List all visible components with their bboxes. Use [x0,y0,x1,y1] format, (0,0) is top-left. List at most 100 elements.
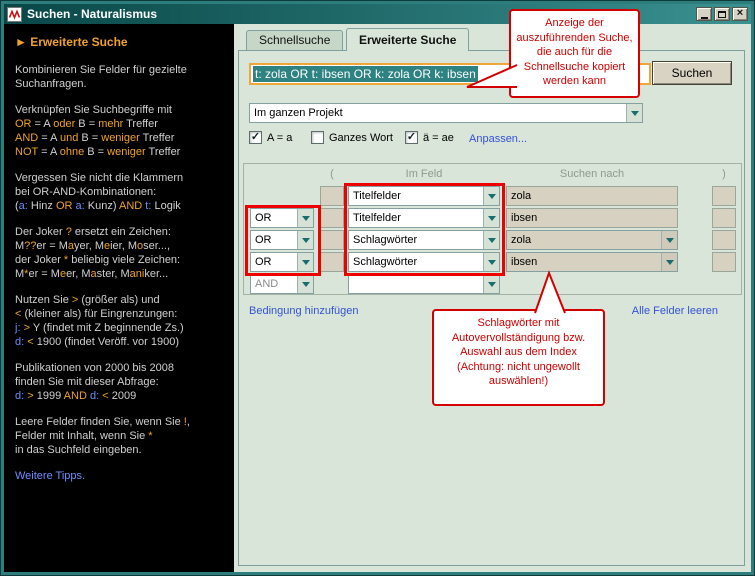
suchen-button[interactable]: Suchen [652,61,732,85]
scope-dropdown-button[interactable] [626,104,642,122]
scope-value: Im ganzen Projekt [250,104,626,122]
field-select-value: Schlagwörter [349,253,483,271]
open-bracket-field[interactable] [320,252,344,272]
checkbox-option-2: Ganzes Wort [311,131,393,144]
chevron-down-icon [488,282,496,287]
annotation-callout-query-tail [463,57,519,93]
field-select-value [349,275,483,293]
tip-line: AND = A und B = weniger Treffer [15,131,223,145]
annotation-callout-autocomplete-tail [527,269,575,317]
chevron-down-icon [666,260,674,265]
scope-select[interactable]: Im ganzen Projekt [249,103,643,123]
open-bracket-field[interactable] [320,230,344,250]
close-bracket-field[interactable] [712,252,736,272]
chevron-down-icon [302,260,310,265]
dropdown-button[interactable] [297,231,313,249]
checkbox-label[interactable]: ä = ae [423,132,454,144]
chevron-down-icon [488,194,496,199]
field-select-value: Schlagwörter [349,231,483,249]
dropdown-button[interactable] [483,187,499,205]
tab-schnellsuche[interactable]: Schnellsuche [246,30,343,50]
options-row: ✓ A = a Ganzes Wort ✓ ä = ae Anpassen... [239,131,744,149]
field-select-value: Titelfelder [349,187,483,205]
field-select[interactable]: Titelfelder [348,208,500,228]
tip-line: < (kleiner als) für Eingrenzungen: [15,307,223,321]
tip-line: finden Sie mit dieser Abfrage: [15,375,223,389]
dropdown-button[interactable] [297,253,313,271]
checkbox[interactable] [311,131,324,144]
term-field[interactable]: zola [506,186,678,206]
condition-row-3: OR Schlagwörter zola [244,230,741,250]
tip-line: der Joker * beliebig viele Zeichen: [15,253,223,267]
chevron-down-icon [302,282,310,287]
query-text: t: zola OR t: ibsen OR k: zola OR k: ibs… [253,66,478,82]
chevron-down-icon [488,238,496,243]
operator-select[interactable]: OR [250,230,314,250]
tip-line: OR = A oder B = mehr Treffer [15,117,223,131]
tip-line: Suchanfragen. [15,77,223,91]
checkbox[interactable]: ✓ [405,131,418,144]
app-window: Suchen - Naturalismus × ► Erweiterte Suc… [0,0,755,576]
close-bracket-field[interactable] [712,186,736,206]
dropdown-button[interactable] [483,253,499,271]
dropdown-button[interactable] [661,253,677,271]
anpassen-link[interactable]: Anpassen... [469,133,527,145]
dropdown-button[interactable] [483,209,499,227]
field-select[interactable]: Schlagwörter [348,252,500,272]
tip-line: Felder mit Inhalt, wenn Sie * [15,429,223,443]
close-button[interactable]: × [732,7,748,21]
close-icon: × [737,8,743,19]
tip-line: (a: Hinz OR a: Kunz) AND t: Logik [15,199,223,213]
close-bracket-field[interactable] [712,208,736,228]
field-select-value: Titelfelder [349,209,483,227]
tip-line: j: > Y (findet mit Z beginnende Zs.) [15,321,223,335]
checkbox[interactable]: ✓ [249,131,262,144]
tip-line: Vergessen Sie nicht die Klammern [15,171,223,185]
dropdown-button[interactable] [297,209,313,227]
term-field[interactable]: ibsen [506,208,678,228]
term-select[interactable]: zola [506,230,678,250]
open-bracket-field[interactable] [320,208,344,228]
chevron-down-icon [631,111,639,116]
operator-select[interactable]: AND [250,274,314,294]
open-bracket-field[interactable] [320,186,344,206]
tab-erweiterte-suche[interactable]: Erweiterte Suche [346,28,469,51]
sidebar-tips: ► Erweiterte SucheKombinieren Sie Felder… [4,24,234,572]
close-bracket-field[interactable] [712,230,736,250]
checkbox-label[interactable]: A = a [267,132,292,144]
dropdown-button[interactable] [483,231,499,249]
tip-line: d: < 1900 (findet Veröff. vor 1900) [15,335,223,349]
query-builder: ( Im Feld Suchen nach ) TitelfelderzolaO… [243,163,742,295]
operator-select-value: OR [251,231,297,249]
dropdown-button[interactable] [297,275,313,293]
tip-line: NOT = A ohne B = weniger Treffer [15,145,223,159]
weitere-tipps-link[interactable]: Weitere Tipps. [15,469,223,483]
checkbox-option-1: ✓ A = a [249,131,292,144]
maximize-button[interactable] [714,7,730,21]
field-select[interactable] [348,274,500,294]
chevron-down-icon [488,260,496,265]
chevron-down-icon [302,216,310,221]
tip-line: in das Suchfeld eingeben. [15,443,223,457]
tip-line: ► Erweiterte Suche [15,34,223,51]
dropdown-button[interactable] [483,275,499,293]
condition-row-1: Titelfelder zola [244,186,741,206]
term-select-value: zola [507,231,661,249]
tip-line: d: > 1999 AND d: < 2009 [15,389,223,403]
field-select[interactable]: Titelfelder [348,186,500,206]
field-select[interactable]: Schlagwörter [348,230,500,250]
tip-line: Der Joker ? ersetzt ein Zeichen: [15,225,223,239]
operator-select[interactable]: OR [250,208,314,228]
main-area: Schnellsuche Erweiterte Suche t: zola OR… [234,24,751,572]
dropdown-button[interactable] [661,231,677,249]
checkbox-label[interactable]: Ganzes Wort [329,132,393,144]
operator-select[interactable]: OR [250,252,314,272]
annotation-callout-autocomplete: Schlagwörter mit Autovervollständigung b… [432,309,605,406]
operator-select-value: AND [251,275,297,293]
operator-select-value: OR [251,253,297,271]
clear-fields-link[interactable]: Alle Felder leeren [632,305,718,317]
app-icon [7,7,22,22]
minimize-button[interactable] [696,7,712,21]
add-condition-link[interactable]: Bedingung hinzufügen [249,305,358,317]
tip-line: bei OR-AND-Kombinationen: [15,185,223,199]
